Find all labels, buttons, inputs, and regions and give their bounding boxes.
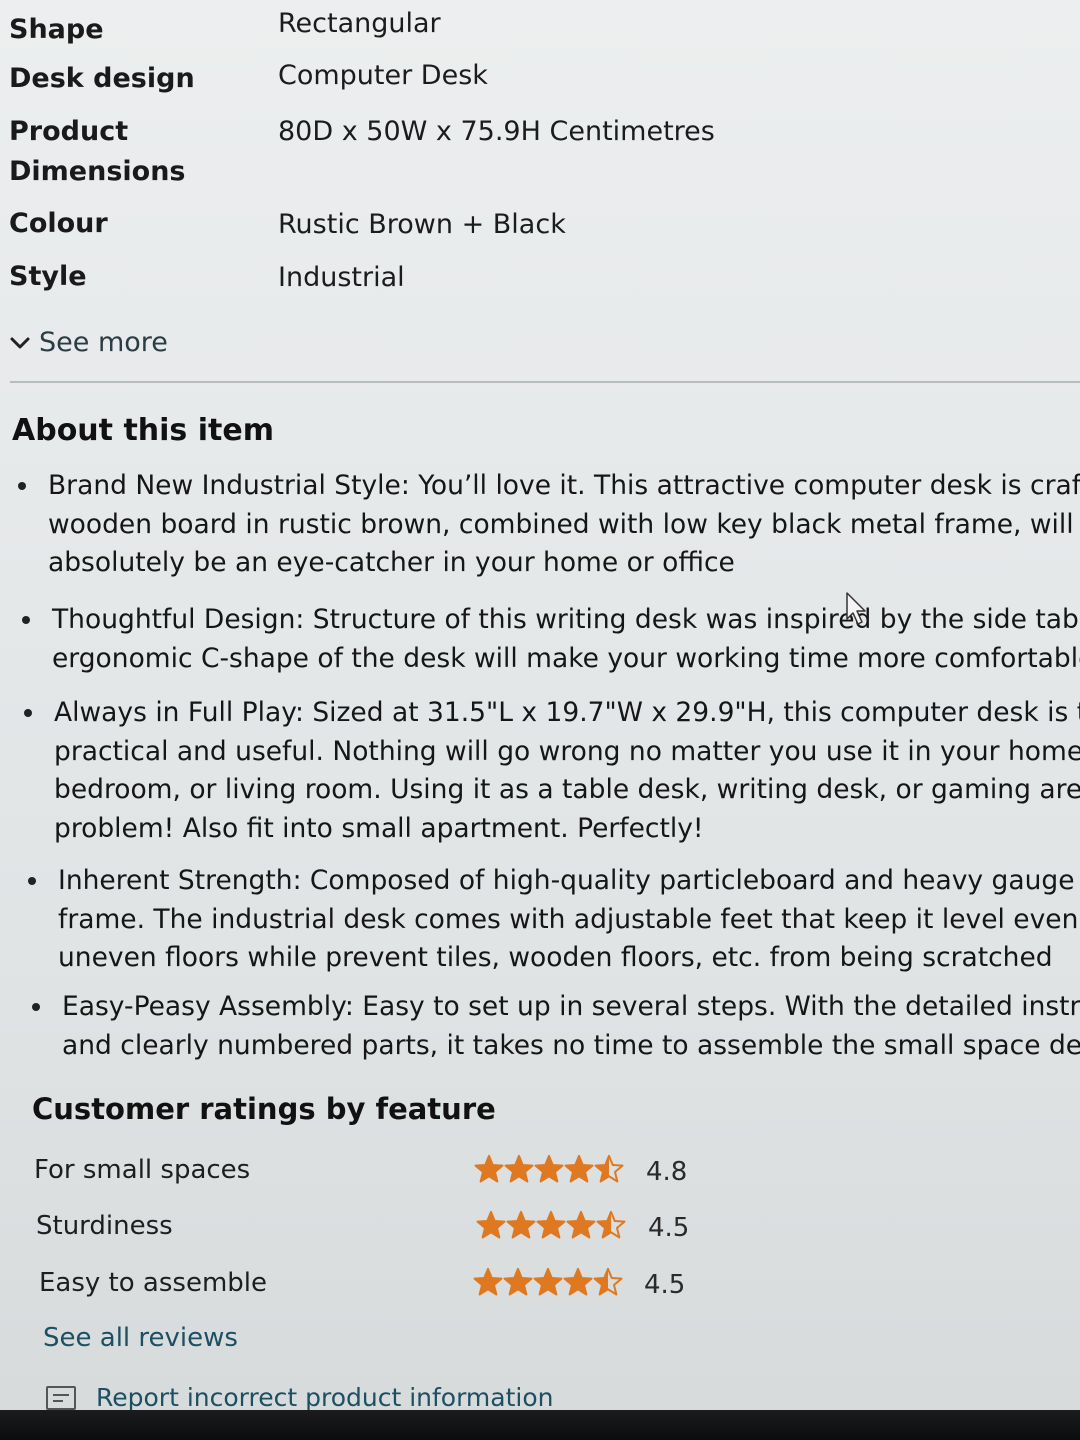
rating-label: Easy to assemble — [39, 1268, 267, 1298]
rating-label: Sturdiness — [36, 1211, 173, 1241]
bullet-line: and clearly numbered parts, it takes no … — [62, 1029, 1080, 1061]
see-all-reviews-link[interactable]: See all reviews — [43, 1318, 238, 1358]
about-bullet: Inherent Strength: Composed of high-qual… — [28, 862, 1080, 978]
spec-value: Computer Desk — [278, 60, 488, 91]
spec-label-line: Product — [9, 116, 129, 147]
bullet-dot — [22, 616, 30, 624]
about-bullet: Thoughtful Design: Structure of this wri… — [22, 601, 1080, 678]
spec-label: Style — [9, 261, 87, 292]
see-more-label: See more — [39, 327, 168, 358]
star-full-icon — [504, 1154, 534, 1183]
bullet-line: absolutely be an eye-catcher in your hom… — [48, 547, 735, 578]
bullet-line: wooden board in rustic brown, combined w… — [48, 508, 1074, 540]
report-icon — [46, 1386, 76, 1410]
star-full-icon — [563, 1267, 593, 1296]
bullet-line: Inherent Strength: Composed of high-qual… — [58, 865, 1080, 896]
rating-label: For small spaces — [34, 1155, 251, 1185]
spec-label: Product Dimensions — [9, 112, 259, 192]
star-full-icon — [474, 1154, 504, 1183]
bullet-line: ergonomic C-shape of the desk will make … — [52, 642, 1080, 674]
see-more-link[interactable]: See more — [9, 323, 168, 363]
bullet-line: Brand New Industrial Style: You’ll love … — [48, 470, 1080, 501]
about-bullet: Easy-Peasy Assembly: Easy to set up in s… — [32, 988, 1080, 1065]
bullet-line: frame. The industrial desk comes with ad… — [58, 903, 1080, 935]
spec-label: Shape — [9, 14, 104, 45]
rating-value: 4.5 — [648, 1213, 690, 1243]
bullet-dot — [32, 1003, 40, 1011]
rating-row-easy-to-assemble: Easy to assemble 4.5 — [39, 1263, 839, 1307]
about-bullet: Always in Full Play: Sized at 31.5"L x 1… — [24, 694, 1080, 848]
chevron-down-icon — [9, 332, 31, 354]
star-full-icon — [534, 1154, 564, 1183]
star-rating — [473, 1267, 623, 1297]
star-half-icon — [593, 1267, 623, 1296]
spec-value: 80D x 50W x 75.9H Centimetres — [278, 116, 715, 147]
star-full-icon — [473, 1267, 503, 1296]
ratings-section-title: Customer ratings by feature — [32, 1092, 496, 1126]
mouse-cursor-icon — [846, 592, 866, 625]
bullet-dot — [24, 709, 32, 717]
star-full-icon — [566, 1210, 596, 1239]
about-bullet: Brand New Industrial Style: You’ll love … — [18, 467, 1080, 583]
bullet-line: bedroom, or living room. Using it as a t… — [54, 774, 1080, 805]
spec-value: Industrial — [278, 262, 405, 293]
star-rating — [476, 1210, 626, 1240]
spec-label: Desk design — [9, 63, 195, 94]
bullet-dot — [28, 877, 36, 885]
rating-row-for-small-spaces: For small spaces 4.8 — [34, 1150, 834, 1194]
bullet-dot — [18, 482, 26, 490]
bullet-line: practical and useful. Nothing will go wr… — [54, 735, 1080, 767]
bullet-line: problem! Also fit into small apartment. … — [54, 812, 704, 844]
report-incorrect-info-link[interactable]: Report incorrect product information — [46, 1378, 553, 1410]
star-half-icon — [594, 1154, 624, 1183]
star-full-icon — [476, 1210, 506, 1239]
star-rating — [474, 1154, 624, 1184]
spec-label-line: Dimensions — [9, 156, 186, 187]
bullet-line: Easy-Peasy Assembly: Easy to set up in s… — [62, 991, 1080, 1022]
star-full-icon — [503, 1267, 533, 1296]
star-half-icon — [596, 1210, 626, 1239]
rating-row-sturdiness: Sturdiness 4.5 — [36, 1206, 836, 1250]
section-divider — [10, 381, 1080, 383]
bullet-line: uneven floors while prevent tiles, woode… — [58, 942, 1053, 973]
star-full-icon — [564, 1154, 594, 1183]
rating-value: 4.8 — [646, 1157, 688, 1187]
product-details-page: Shape Rectangular Desk design Computer D… — [0, 0, 1080, 1410]
about-section-title: About this item — [12, 413, 274, 448]
screen-bezel — [0, 1410, 1080, 1440]
star-full-icon — [536, 1210, 566, 1239]
bullet-line: Always in Full Play: Sized at 31.5"L x 1… — [54, 697, 1080, 728]
report-label: Report incorrect product information — [96, 1383, 554, 1410]
spec-label: Colour — [9, 208, 108, 239]
spec-value: Rustic Brown + Black — [278, 209, 566, 240]
star-full-icon — [533, 1267, 563, 1296]
bullet-line: Thoughtful Design: Structure of this wri… — [52, 604, 1080, 635]
rating-value: 4.5 — [644, 1270, 686, 1300]
star-full-icon — [506, 1210, 536, 1239]
spec-value: Rectangular — [278, 8, 441, 39]
